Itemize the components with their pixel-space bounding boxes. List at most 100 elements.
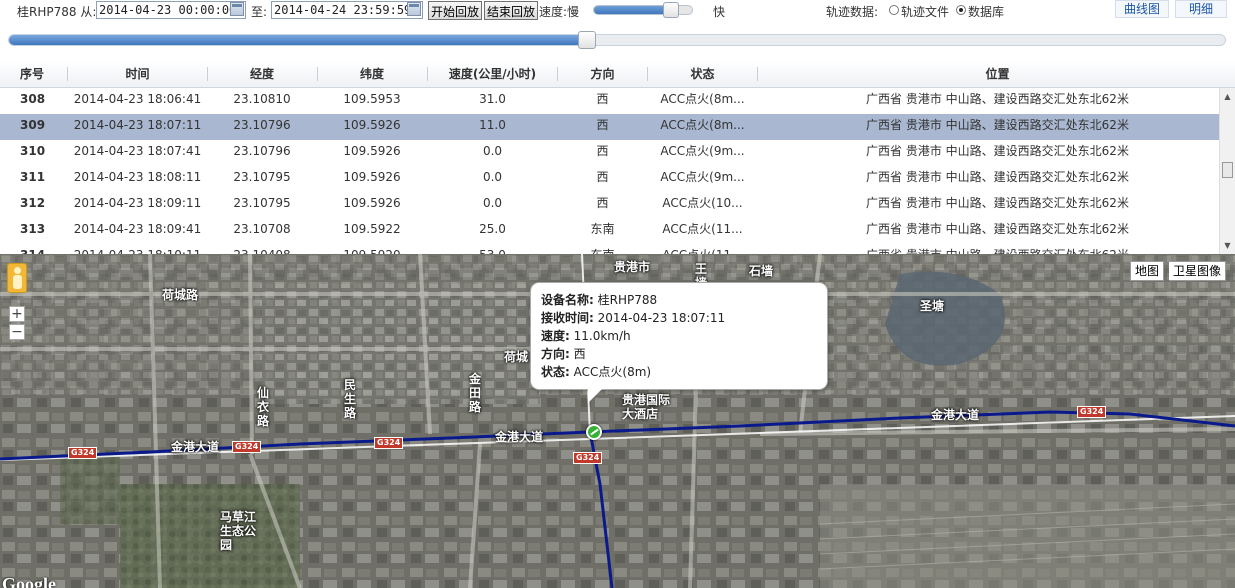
cell-location: 广西省 贵港市 中山路、建设西路交汇处东北62米 (760, 244, 1219, 254)
column-header-latitude[interactable]: 纬度 (320, 61, 424, 87)
column-header-direction[interactable]: 方向 (560, 61, 645, 87)
info-device-label: 设备名称: (541, 293, 594, 307)
table-row[interactable]: 308 2014-04-23 18:06:41 23.10810 109.5953 31… (0, 88, 1219, 114)
zoom-out-button[interactable]: − (9, 324, 25, 340)
info-direction-value: 西 (573, 347, 586, 361)
info-time-value: 2014-04-23 18:07:11 (597, 311, 726, 325)
speed-slider-thumb[interactable] (663, 2, 679, 18)
column-header-location[interactable]: 位置 (760, 61, 1235, 87)
info-window: 设备名称: 桂RHP788 接收时间: 2014-04-23 18:07:11 … (530, 282, 828, 390)
grid-scrollbar[interactable]: ▲ ▼ (1219, 88, 1235, 254)
column-header-status[interactable]: 状态 (650, 61, 755, 87)
street-view-pegman-icon[interactable] (7, 263, 27, 293)
column-separator[interactable] (317, 67, 318, 81)
curve-chart-link[interactable]: 曲线图 (1115, 0, 1169, 18)
cell-time: 2014-04-23 18:09:11 (73, 196, 202, 210)
details-link[interactable]: 明细 (1175, 0, 1227, 18)
end-time-input[interactable] (271, 1, 423, 19)
map-type-satellite-button[interactable]: 卫星图像 (1169, 261, 1227, 281)
column-header-speed[interactable]: 速度(公里/小时) (430, 61, 555, 87)
cell-status: ACC点火(9m... (660, 170, 745, 184)
cell-index: 311 (20, 170, 46, 184)
column-separator[interactable] (207, 67, 208, 81)
table-row[interactable]: 313 2014-04-23 18:09:41 23.10708 109.5922 25… (0, 218, 1219, 244)
calendar-icon[interactable] (407, 2, 421, 16)
cell-direction: 东南 (560, 244, 645, 254)
cell-direction: 西 (596, 92, 609, 106)
info-direction-label: 方向: (541, 347, 570, 361)
info-status: 状态: ACC点火(8m) (541, 363, 817, 381)
info-status-value: ACC点火(8m) (573, 365, 652, 379)
speed-fast-label: 快 (713, 5, 726, 19)
info-window-pointer (588, 389, 602, 403)
cell-time: 2014-04-23 18:09:41 (73, 222, 202, 236)
playback-progress-thumb[interactable] (577, 31, 596, 49)
scroll-up-icon[interactable]: ▲ (1220, 90, 1235, 103)
column-separator[interactable] (67, 67, 68, 81)
map-label-place: 荷城 (504, 350, 529, 364)
column-header-time[interactable]: 时间 (70, 61, 205, 87)
source-db-label: 数据库 (968, 5, 1005, 19)
column-header-longitude[interactable]: 经度 (210, 61, 314, 87)
vehicle-marker-icon[interactable] (586, 424, 602, 440)
start-playback-button[interactable]: 开始回放 (428, 1, 483, 20)
map-view[interactable]: 贵港市 荷城路 石墙 圣塘 荷城 仙衣路 民生路 金田路 王墙 贵港国际大酒店 … (0, 254, 1235, 588)
map-label-place: 石墙 (749, 264, 774, 278)
info-speed: 速度: 11.0km/h (541, 327, 817, 345)
cell-latitude: 109.5926 (343, 118, 401, 132)
cell-time: 2014-04-23 18:07:41 (73, 144, 202, 158)
map-label-road: 民生路 (343, 378, 356, 420)
cell-longitude: 23.10795 (233, 170, 291, 184)
map-label-road: 仙衣路 (256, 386, 269, 428)
source-file-radio[interactable] (889, 5, 899, 15)
cell-time: 2014-04-23 18:10:11 (70, 244, 205, 254)
map-label-road: 荷城路 (162, 288, 199, 302)
map-label-road: 金田路 (468, 372, 481, 414)
cell-time: 2014-04-23 18:06:41 (73, 92, 202, 106)
road-sign-g324: G324 (573, 452, 603, 464)
info-speed-label: 速度: (541, 329, 570, 343)
map-label-park: 马草江生态公园 (220, 510, 257, 552)
info-device-value: 桂RHP788 (597, 293, 658, 307)
scroll-thumb[interactable] (1222, 162, 1233, 178)
table-row[interactable]: 311 2014-04-23 18:08:11 23.10795 109.5926 0.… (0, 166, 1219, 192)
end-playback-button[interactable]: 结束回放 (484, 1, 539, 20)
cell-location: 广西省 贵港市 中山路、建设西路交汇处东北62米 (866, 170, 1129, 184)
map-type-map-button[interactable]: 地图 (1130, 261, 1165, 281)
calendar-icon[interactable] (230, 2, 244, 16)
cell-location: 广西省 贵港市 中山路、建设西路交汇处东北62米 (866, 144, 1129, 158)
cell-direction: 西 (596, 196, 609, 210)
column-separator[interactable] (647, 67, 648, 81)
cell-index: 313 (20, 222, 46, 236)
playback-progress-bar[interactable] (8, 34, 1226, 46)
start-time-input[interactable] (96, 1, 246, 19)
column-separator[interactable] (557, 67, 558, 81)
table-row[interactable]: 309 2014-04-23 18:07:11 23.10796 109.5926 11… (0, 114, 1219, 140)
cell-longitude: 23.10810 (233, 92, 291, 106)
column-separator[interactable] (757, 67, 758, 81)
google-logo: Google (2, 574, 56, 588)
map-label-place: 圣塘 (920, 299, 945, 313)
cell-location: 广西省 贵港市 中山路、建设西路交汇处东北62米 (866, 92, 1129, 106)
cell-location: 广西省 贵港市 中山路、建设西路交汇处东北62米 (866, 196, 1129, 210)
info-time: 接收时间: 2014-04-23 18:07:11 (541, 309, 817, 327)
table-row[interactable]: 312 2014-04-23 18:09:11 23.10795 109.5926 0.… (0, 192, 1219, 218)
table-row[interactable]: 310 2014-04-23 18:07:41 23.10796 109.5926 0.… (0, 140, 1219, 166)
cell-status: ACC点火(11... (650, 244, 755, 254)
cell-direction: 西 (596, 170, 609, 184)
source-db-radio[interactable] (956, 5, 966, 15)
cell-status: ACC点火(8m... (660, 118, 745, 132)
to-label: 至: (251, 5, 268, 19)
info-time-label: 接收时间: (541, 311, 594, 325)
cell-index: 312 (20, 196, 46, 210)
cell-speed: 0.0 (482, 144, 503, 158)
column-separator[interactable] (427, 67, 428, 81)
info-status-label: 状态: (541, 365, 570, 379)
column-header-index[interactable]: 序号 (0, 61, 64, 87)
scroll-down-icon[interactable]: ▼ (1220, 239, 1235, 252)
table-row[interactable]: 314 2014-04-23 18:10:11 23.10408 109.5920 53… (0, 244, 1219, 254)
cell-speed: 0.0 (482, 170, 503, 184)
track-grid: 308 2014-04-23 18:06:41 23.10810 109.5953 31… (0, 88, 1219, 254)
cell-longitude: 23.10708 (233, 222, 291, 236)
zoom-in-button[interactable]: + (9, 306, 25, 322)
